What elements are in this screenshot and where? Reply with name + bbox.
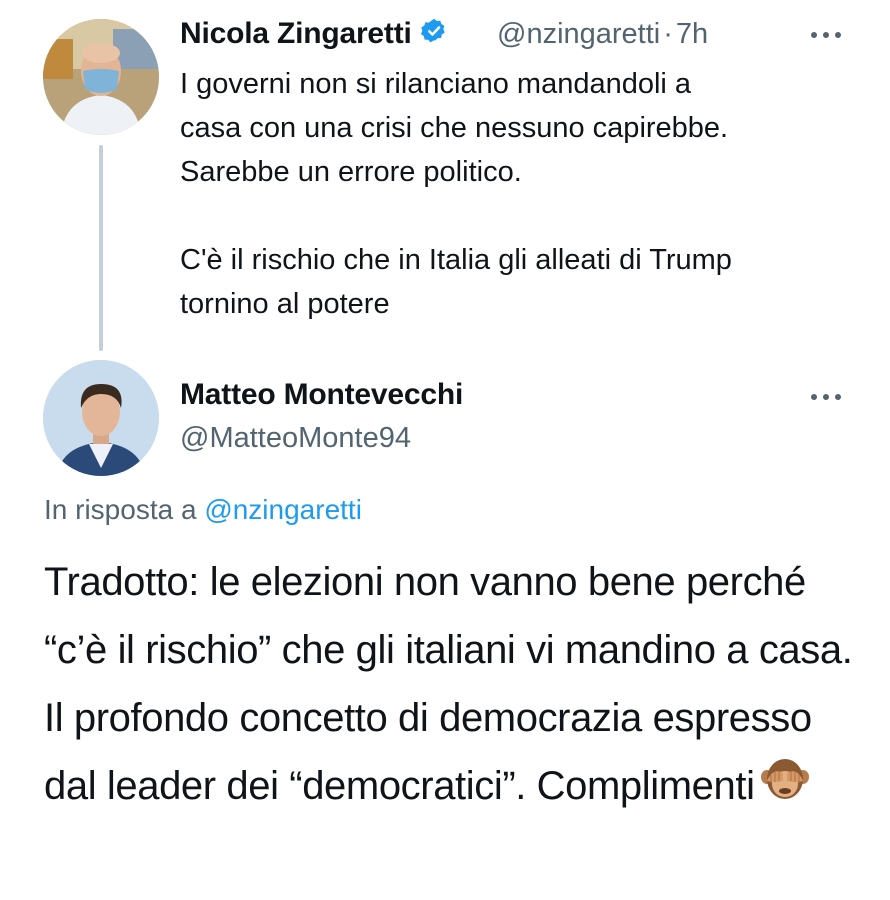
more-horizontal-icon — [811, 394, 841, 400]
meta-separator: · — [663, 18, 673, 50]
reply-prefix: In risposta a — [44, 494, 197, 525]
see-no-evil-monkey-icon — [760, 754, 809, 822]
reply-body: Tradotto: le elezioni non vanno bene per… — [44, 548, 874, 822]
tweet-body-text: I governi non si rilanciano mandandoli a… — [180, 68, 732, 320]
avatar-image — [43, 19, 159, 135]
reply-body-text: Tradotto: le elezioni non vanno bene per… — [44, 560, 853, 808]
reply-context: In risposta a @nzingaretti — [44, 494, 362, 526]
thread-connector-line — [99, 145, 103, 351]
verified-badge-icon — [420, 17, 448, 53]
author-name-text: Nicola Zingaretti — [180, 17, 412, 50]
more-options-button[interactable] — [808, 28, 844, 42]
tweet-author-name[interactable]: Nicola Zingaretti — [180, 17, 448, 53]
tweet-author-meta: @nzingaretti · 7h — [497, 18, 708, 51]
reply-author-handle[interactable]: @MatteoMonte94 — [180, 422, 411, 455]
avatar-image — [43, 360, 159, 476]
tweet-timestamp[interactable]: 7h — [676, 18, 708, 50]
more-horizontal-icon — [811, 32, 841, 38]
avatar-matteo-montevecchi[interactable] — [43, 360, 159, 476]
avatar-nicola-zingaretti[interactable] — [43, 19, 159, 135]
reply-author-name[interactable]: Matteo Montevecchi — [180, 378, 463, 412]
reply-more-options-button[interactable] — [808, 390, 844, 404]
tweet-author-handle[interactable]: @nzingaretti — [497, 18, 660, 50]
reply-mention-link[interactable]: @nzingaretti — [204, 494, 362, 525]
